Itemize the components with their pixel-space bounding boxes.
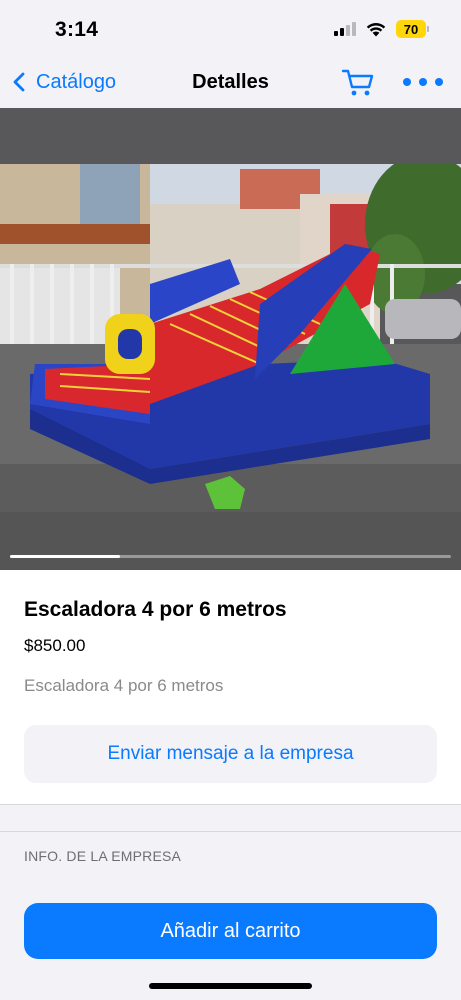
navigation-bar: Catálogo Detalles xyxy=(0,58,461,108)
section-divider xyxy=(0,804,461,832)
send-message-button[interactable]: Enviar mensaje a la empresa xyxy=(24,725,437,783)
wifi-icon xyxy=(366,23,386,37)
back-button[interactable]: Catálogo xyxy=(8,68,116,96)
status-time: 3:14 xyxy=(55,18,99,41)
gallery-page-indicator xyxy=(10,555,451,558)
product-photo xyxy=(0,164,461,570)
back-label: Catálogo xyxy=(36,70,117,93)
battery-icon: 70 xyxy=(396,20,429,38)
product-price: $850.00 xyxy=(24,636,86,655)
gallery-page-indicator-fill xyxy=(10,555,121,558)
company-info-header: INFO. DE LA EMPRESA xyxy=(24,848,182,864)
cart-icon[interactable] xyxy=(340,66,376,98)
home-indicator[interactable] xyxy=(149,983,312,989)
chevron-left-icon xyxy=(13,72,25,92)
product-description: Escaladora 4 por 6 metros xyxy=(24,676,224,695)
gallery-footer xyxy=(0,512,461,570)
more-options-button[interactable] xyxy=(403,70,443,94)
cellular-signal-icon xyxy=(334,22,356,36)
ellipsis-icon xyxy=(403,78,411,86)
status-bar: 3:14 70 xyxy=(0,0,461,58)
product-title: Escaladora 4 por 6 metros xyxy=(24,598,287,621)
product-image-gallery[interactable] xyxy=(0,108,461,570)
add-to-cart-button[interactable]: Añadir al carrito xyxy=(24,903,437,959)
product-details: Escaladora 4 por 6 metros $850.00 Escala… xyxy=(0,570,461,804)
battery-level: 70 xyxy=(396,20,426,38)
status-icons: 70 xyxy=(334,20,429,38)
